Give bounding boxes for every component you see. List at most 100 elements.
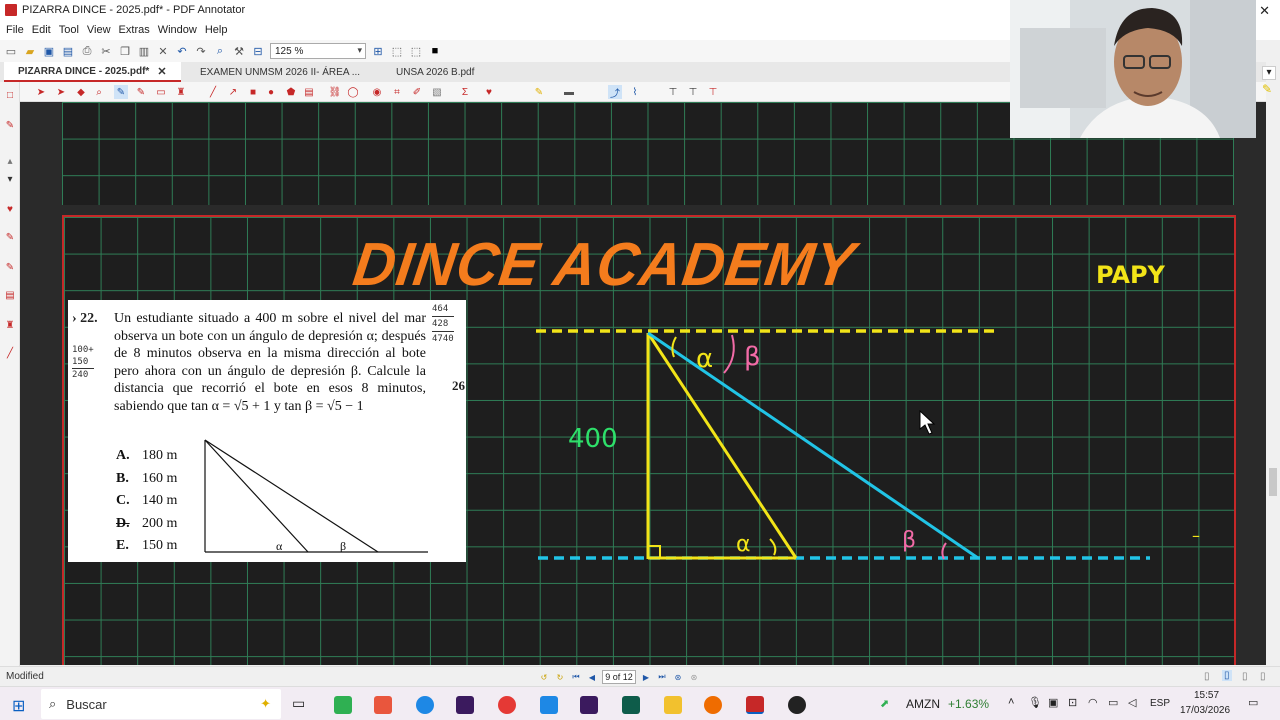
taskbar-firefox-icon[interactable] [704,696,722,714]
tools-icon[interactable]: ⚒ [232,44,246,58]
text-align-bottom-icon[interactable]: ⊤ [706,85,720,99]
favorites-heart-icon[interactable]: ♥ [482,85,496,99]
marker-icon[interactable]: ✎ [134,85,148,99]
document-viewport[interactable]: DINCE ACADEMY PAPY › 22. Un estudiante s… [20,102,1266,665]
select-text-icon[interactable]: ➤ [54,85,68,99]
fit-page-icon[interactable]: ⬚ [390,44,404,58]
zoom-select[interactable]: 125 % [270,43,366,59]
new-icon[interactable]: ▭ [4,44,18,58]
tab-unsa[interactable]: UNSA 2026 B.pdf [382,62,488,82]
page-indicator[interactable]: 9 of 12 [602,670,636,684]
stamp-icon[interactable]: ♜ [174,85,188,99]
prev-page-icon[interactable]: ◀ [586,671,598,683]
book-view-icon[interactable]: ▯ [1260,671,1266,682]
ruler-icon[interactable]: ✐ [410,85,424,99]
fullscreen-icon[interactable]: ■ [428,44,442,58]
heart-rail-icon[interactable]: ♥ [4,204,16,216]
text-align-top-icon[interactable]: ⊤ [666,85,680,99]
menu-edit[interactable]: Edit [28,24,55,36]
clock-date[interactable]: 17/03/2026 [1180,705,1230,716]
paste-icon[interactable]: ▥ [137,44,151,58]
image-icon[interactable]: ▧ [430,85,444,99]
scrollbar-thumb[interactable] [1269,468,1277,496]
redo-icon[interactable]: ↷ [194,44,208,58]
delete-icon[interactable]: ✕ [156,44,170,58]
current-page[interactable]: DINCE ACADEMY PAPY › 22. Un estudiante s… [62,215,1236,665]
text-box-icon[interactable]: ▤ [302,85,316,99]
forward-icon[interactable]: ⊛ [688,671,700,683]
windows-start-icon[interactable]: ⊞ [12,696,25,716]
taskbar-app-green-icon[interactable] [334,696,352,714]
close-tab-icon[interactable]: ✕ [157,65,166,78]
print-icon[interactable]: ⎙ [80,44,94,58]
cut-icon[interactable]: ✂ [99,44,113,58]
rotate-left-icon[interactable]: ↺ [538,671,550,683]
two-page-view-icon[interactable]: ▯ [1242,671,1248,682]
zoom-out-icon[interactable]: ⊟ [251,44,265,58]
recording-icon[interactable]: ⊡ [1068,696,1077,709]
scroll-down-icon[interactable]: ▾ [4,174,16,186]
polygon-icon[interactable]: ⬟ [284,85,298,99]
menu-tool[interactable]: Tool [55,24,83,36]
taskbar-pdf-annotator-icon[interactable] [746,696,764,714]
text-align-middle-icon[interactable]: ⊤ [686,85,700,99]
menu-view[interactable]: View [83,24,115,36]
pen-icon[interactable]: ✎ [114,85,128,99]
taskbar-copilot-icon[interactable] [374,696,392,714]
menu-file[interactable]: File [2,24,28,36]
eraser-icon[interactable]: ◆ [74,85,88,99]
arrow-icon[interactable]: ↗ [226,85,240,99]
last-page-icon[interactable]: ⏭ [656,671,668,683]
ink-color-icon[interactable]: ✎ [1262,82,1272,96]
taskbar-obs-icon[interactable] [788,696,806,714]
first-page-icon[interactable]: ⏮ [570,671,582,683]
highlighter-rail-icon[interactable]: ✎ [4,262,16,274]
save-icon[interactable]: ▣ [42,44,56,58]
menu-window[interactable]: Window [154,24,201,36]
shape-recognition-icon[interactable]: ⌇ [628,85,642,99]
taskbar-chrome-icon[interactable] [498,696,516,714]
panel-dropdown-icon[interactable]: ▾ [1262,66,1276,80]
close-window-icon[interactable]: ✕ [1259,3,1270,19]
tab-pizarra[interactable]: PIZARRA DINCE - 2025.pdf* ✕ [4,62,181,82]
zoom-in-icon[interactable]: ⊞ [371,44,385,58]
scroll-up-icon[interactable]: ▴ [4,156,16,168]
taskbar-search[interactable]: ⌕ Buscar ✦ [41,689,281,719]
rectangle-icon[interactable]: ■ [246,85,260,99]
crop-icon[interactable]: ⌗ [390,85,404,99]
back-icon[interactable]: ⊛ [672,671,684,683]
pointer-rail-icon[interactable]: ╱ [4,348,16,360]
tray-expand-icon[interactable]: ˄ [1008,696,1014,708]
save-all-icon[interactable]: ▤ [61,44,75,58]
taskbar-premiere2-icon[interactable] [580,696,598,714]
taskbar-explorer-icon[interactable] [664,696,682,714]
menu-help[interactable]: Help [201,24,232,36]
marker-rail-icon[interactable]: ✎ [4,232,16,244]
link-icon[interactable]: ⛓ [328,85,342,99]
camera-tray-icon[interactable]: ▣ [1048,696,1058,709]
line-icon[interactable]: ╱ [206,85,220,99]
rotate-right-icon[interactable]: ↻ [554,671,566,683]
next-page-icon[interactable]: ▶ [640,671,652,683]
tab-examen-unmsm[interactable]: EXAMEN UNMSM 2026 II- ÁREA ... [186,62,374,82]
task-view-icon[interactable]: ▭ [292,695,305,712]
color-picker-icon[interactable]: ✎ [532,85,546,99]
line-width-icon[interactable]: ▬ [562,85,576,99]
fit-width-icon[interactable]: ⬚ [409,44,423,58]
stock-symbol[interactable]: AMZN [906,697,940,711]
battery-icon[interactable]: ▭ [1108,696,1118,709]
continuous-view-icon[interactable]: ▯ [1222,670,1232,681]
sigma-icon[interactable]: Σ [458,85,472,99]
menu-extras[interactable]: Extras [115,24,154,36]
undo-icon[interactable]: ↶ [175,44,189,58]
taskbar-premiere-icon[interactable] [456,696,474,714]
page-icon[interactable]: □ [4,90,16,102]
magnifier-icon[interactable]: ⌕ [92,85,106,99]
highlighter-icon[interactable]: ▭ [154,85,168,99]
shapes-rail-icon[interactable]: ▤ [4,290,16,302]
pen-rail-icon[interactable]: ✎ [4,120,16,132]
notifications-icon[interactable]: ▭ [1248,696,1258,709]
camera-icon[interactable]: ◉ [370,85,384,99]
find-icon[interactable]: ⌕ [213,44,227,58]
language-indicator[interactable]: ESP [1150,698,1170,709]
